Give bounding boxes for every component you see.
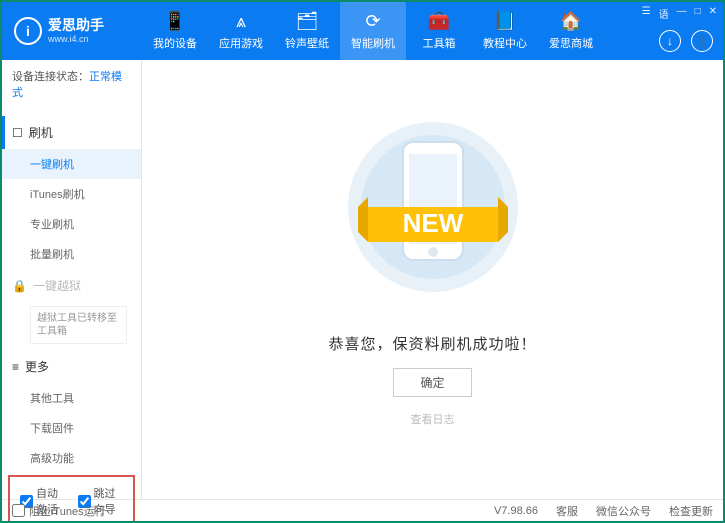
sidebar-item-batch[interactable]: 批量刷机	[2, 239, 141, 269]
menu-icon[interactable]: ☰	[642, 6, 651, 21]
nav-label: 铃声壁纸	[285, 35, 329, 51]
nav-label: 工具箱	[423, 35, 456, 51]
nav-label: 我的设备	[153, 35, 197, 51]
sidebar-section-more[interactable]: ≡ 更多	[2, 350, 141, 383]
section-label: 一键越狱	[33, 277, 81, 294]
sidebar-item-firmware[interactable]: 下载固件	[2, 413, 141, 443]
nav-toolbox[interactable]: 🧰 工具箱	[406, 2, 472, 60]
success-illustration: NEW	[333, 112, 533, 307]
nav-my-device[interactable]: 📱 我的设备	[142, 2, 208, 60]
sidebar-item-itunes[interactable]: iTunes刷机	[2, 179, 141, 209]
main-nav: 📱 我的设备 ⩓ 应用游戏 🗂 铃声壁纸 ⟳ 智能刷机 🧰 工具箱 📘 教程中心 🏠 爱思商城	[142, 2, 723, 60]
close-icon[interactable]: ✕	[709, 6, 717, 21]
new-badge-text: NEW	[402, 208, 463, 238]
download-button[interactable]: ↓	[659, 30, 681, 52]
list-icon: ≡	[12, 360, 19, 374]
ok-button[interactable]: 确定	[393, 368, 471, 397]
nav-tutorials[interactable]: 📘 教程中心	[472, 2, 538, 60]
refresh-icon: ⟳	[365, 11, 380, 32]
customer-service-link[interactable]: 客服	[556, 503, 578, 519]
check-update-link[interactable]: 检查更新	[669, 503, 713, 519]
sidebar-item-advanced[interactable]: 高级功能	[2, 443, 141, 473]
minimize-icon[interactable]: —	[677, 6, 687, 21]
connection-status: 设备连接状态：正常模式	[2, 60, 141, 108]
nav-label: 爱思商城	[549, 35, 593, 51]
sidebar-item-pro[interactable]: 专业刷机	[2, 209, 141, 239]
brand-name: 爱思助手	[48, 18, 104, 33]
lock-icon: 🔒	[12, 279, 27, 293]
version-label: V7.98.66	[494, 505, 538, 517]
sidebar-item-other[interactable]: 其他工具	[2, 383, 141, 413]
success-message: 恭喜您，保资料刷机成功啦！	[328, 333, 536, 354]
sidebar-section-flash[interactable]: ☐ 刷机	[2, 116, 141, 149]
house-icon: 🏠	[560, 11, 582, 32]
view-log-link[interactable]: 查看日志	[411, 411, 455, 427]
jailbreak-note: 越狱工具已转移至 工具箱	[30, 306, 127, 344]
user-button[interactable]: 👤	[691, 30, 713, 52]
section-label: 刷机	[29, 124, 53, 141]
section-label: 更多	[25, 358, 49, 375]
brand-logo: i 爱思助手 www.i4.cn	[2, 17, 142, 45]
brand-site: www.i4.cn	[48, 34, 104, 44]
folder-icon: 🗂	[296, 11, 319, 32]
square-icon: ☐	[12, 126, 23, 140]
phone-icon: 📱	[164, 11, 186, 32]
nav-label: 教程中心	[483, 35, 527, 51]
nav-label: 应用游戏	[219, 35, 263, 51]
sidebar-item-oneclick[interactable]: 一键刷机	[2, 149, 141, 179]
book-icon: 📘	[494, 11, 516, 32]
maximize-icon[interactable]: □	[695, 6, 701, 21]
titlebar: i 爱思助手 www.i4.cn 📱 我的设备 ⩓ 应用游戏 🗂 铃声壁纸 ⟳ 智能刷机…	[2, 2, 723, 60]
logo-icon: i	[14, 17, 42, 45]
wechat-link[interactable]: 微信公众号	[596, 503, 651, 519]
nav-ringtones[interactable]: 🗂 铃声壁纸	[274, 2, 340, 60]
block-itunes-checkbox[interactable]: 阻止iTunes运行	[12, 503, 106, 519]
window-controls: ☰ 语 — □ ✕	[642, 6, 717, 21]
nav-label: 智能刷机	[351, 35, 395, 51]
main-content: NEW 恭喜您，保资料刷机成功啦！ 确定 查看日志	[142, 60, 723, 499]
toolbox-icon: 🧰	[428, 11, 450, 32]
nav-store[interactable]: 🏠 爱思商城	[538, 2, 604, 60]
nav-apps[interactable]: ⩓ 应用游戏	[208, 2, 274, 60]
lang-icon[interactable]: 语	[659, 6, 669, 21]
apps-icon: ⩓	[236, 11, 246, 32]
sidebar: 设备连接状态：正常模式 ☐ 刷机 一键刷机 iTunes刷机 专业刷机 批量刷机…	[2, 60, 142, 499]
sidebar-section-jailbreak: 🔒 一键越狱	[2, 269, 141, 302]
nav-flash[interactable]: ⟳ 智能刷机	[340, 2, 406, 60]
